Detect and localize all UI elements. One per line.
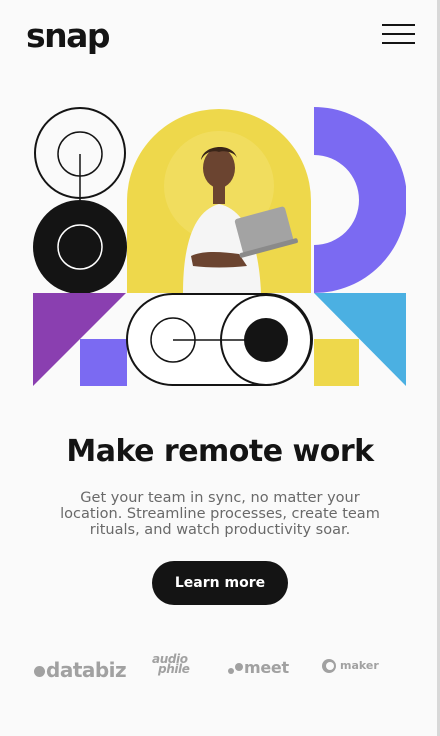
databiz-dot-icon	[34, 666, 45, 677]
maker-logo: maker	[322, 659, 379, 673]
blue-triangle-square	[314, 293, 406, 386]
purple-d-shape	[314, 107, 406, 293]
maker-circle-icon	[322, 659, 336, 673]
client-logos: databiz audio phile meet maker	[30, 650, 410, 690]
target-pill	[126, 293, 313, 386]
maker-label: maker	[340, 659, 379, 672]
hamburger-line-icon	[382, 24, 415, 26]
audiophile-logo: audio phile	[152, 653, 190, 676]
meet-logo: meet	[228, 658, 289, 677]
databiz-label: databiz	[46, 658, 127, 682]
target-circle-outline-top	[34, 107, 126, 200]
yellow-arch-photo	[127, 109, 311, 293]
hamburger-line-icon	[382, 42, 415, 44]
page-title: Make remote work	[66, 434, 374, 469]
hamburger-line-icon	[382, 33, 415, 35]
audiophile-label-bottom: phile	[158, 662, 190, 676]
hero-description: Get your team in sync, no matter your lo…	[60, 490, 380, 538]
site-header: snap	[0, 0, 437, 76]
learn-more-button[interactable]: Learn more	[152, 561, 288, 605]
target-circle-filled	[33, 200, 127, 294]
databiz-logo: databiz	[34, 658, 127, 682]
meet-label: meet	[244, 658, 289, 677]
snap-logo[interactable]: snap	[26, 14, 111, 58]
hero-illustration	[33, 107, 406, 386]
hamburger-menu-button[interactable]	[382, 24, 416, 46]
purple-triangle-square	[33, 293, 127, 386]
meet-dots-icon	[228, 662, 244, 675]
